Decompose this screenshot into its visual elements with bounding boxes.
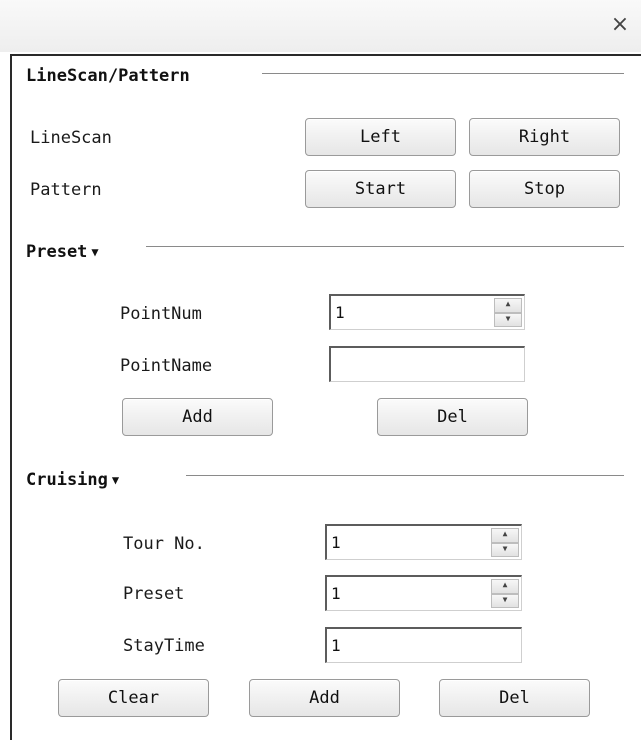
spin-up-icon[interactable]: ▲ bbox=[491, 528, 519, 543]
cruising-title: Cruising bbox=[26, 470, 108, 490]
pointnum-stepper[interactable]: ▲ ▼ bbox=[329, 294, 525, 330]
pointnum-spinner[interactable]: ▲ ▼ bbox=[494, 298, 522, 327]
tour-no-stepper[interactable]: ▲ ▼ bbox=[325, 524, 522, 560]
cruise-preset-label: Preset bbox=[123, 584, 185, 604]
section-divider bbox=[186, 475, 624, 476]
preset-del-button[interactable]: Del bbox=[377, 398, 528, 436]
linescan-pattern-title: LineScan/Pattern bbox=[26, 66, 190, 86]
staytime-field[interactable] bbox=[325, 627, 522, 663]
cruise-preset-spinner[interactable]: ▲ ▼ bbox=[491, 579, 519, 608]
cruise-clear-button[interactable]: Clear bbox=[58, 679, 209, 717]
caret-down-icon[interactable]: ▼ bbox=[112, 474, 119, 486]
spin-up-icon[interactable]: ▲ bbox=[494, 298, 522, 313]
section-divider bbox=[146, 246, 624, 247]
cruise-preset-stepper[interactable]: ▲ ▼ bbox=[325, 575, 522, 611]
tour-no-label: Tour No. bbox=[123, 534, 205, 554]
caret-down-icon[interactable]: ▼ bbox=[91, 246, 98, 258]
close-icon[interactable]: × bbox=[607, 12, 633, 38]
cruise-del-button[interactable]: Del bbox=[439, 679, 590, 717]
pointname-input[interactable] bbox=[331, 348, 524, 381]
pointname-label: PointName bbox=[120, 356, 213, 376]
spin-down-icon[interactable]: ▼ bbox=[494, 312, 522, 327]
linescan-right-button[interactable]: Right bbox=[469, 118, 620, 156]
title-bar: × bbox=[0, 0, 641, 52]
staytime-input[interactable] bbox=[327, 629, 521, 662]
pattern-start-button[interactable]: Start bbox=[305, 170, 456, 208]
pointnum-label: PointNum bbox=[120, 304, 202, 324]
preset-add-button[interactable]: Add bbox=[122, 398, 273, 436]
spin-down-icon[interactable]: ▼ bbox=[491, 542, 519, 557]
pattern-label: Pattern bbox=[30, 180, 102, 200]
cruise-add-button[interactable]: Add bbox=[249, 679, 400, 717]
pattern-stop-button[interactable]: Stop bbox=[469, 170, 620, 208]
staytime-label: StayTime bbox=[123, 636, 205, 656]
linescan-left-button[interactable]: Left bbox=[305, 118, 456, 156]
spin-up-icon[interactable]: ▲ bbox=[491, 579, 519, 594]
tour-no-spinner[interactable]: ▲ ▼ bbox=[491, 528, 519, 557]
preset-heading[interactable]: Preset ▼ bbox=[26, 242, 99, 262]
spin-down-icon[interactable]: ▼ bbox=[491, 593, 519, 608]
linescan-pattern-heading: LineScan/Pattern bbox=[26, 66, 190, 86]
pointname-field[interactable] bbox=[329, 346, 525, 382]
preset-title: Preset bbox=[26, 242, 88, 262]
cruising-heading[interactable]: Cruising ▼ bbox=[26, 470, 119, 490]
linescan-label: LineScan bbox=[30, 128, 112, 148]
section-divider bbox=[262, 73, 624, 74]
